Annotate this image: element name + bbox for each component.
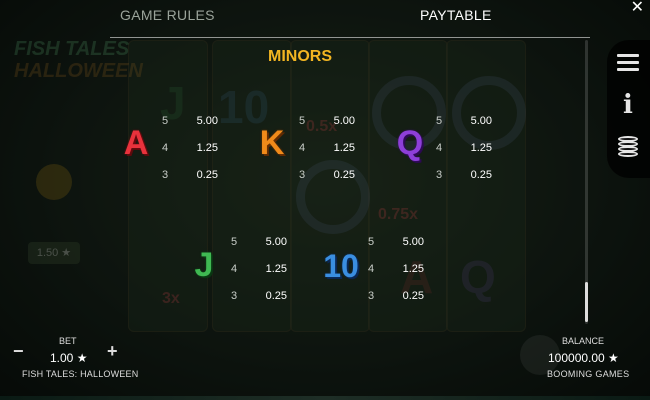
pay-value: 0.25 <box>402 290 424 302</box>
pay-count: 4 <box>436 142 443 154</box>
pay-value: 5.00 <box>265 236 287 248</box>
pay-count: 3 <box>162 169 169 181</box>
pay-value: 5.00 <box>196 115 218 127</box>
pay-value: 0.25 <box>470 169 492 181</box>
close-icon[interactable]: ✕ <box>631 0 644 17</box>
pay-count: 4 <box>299 142 306 154</box>
pay-value: 0.25 <box>196 169 218 181</box>
symbol-10: 10 <box>323 248 359 284</box>
pay-count: 3 <box>436 169 443 181</box>
symbol-j: J <box>194 246 214 284</box>
pay-count: 4 <box>162 142 169 154</box>
pay-count: 4 <box>231 263 238 275</box>
pay-count: 5 <box>299 115 306 127</box>
pay-value: 5.00 <box>333 115 355 127</box>
bet-increase-button[interactable]: + <box>107 341 118 362</box>
paytable-k: 5 5.00 4 1.25 3 0.25 <box>299 115 355 196</box>
game-name: FISH TALES: HALLOWEEN <box>22 369 139 379</box>
bet-label: BET <box>59 336 77 346</box>
balance-value: 100000.00 ★ <box>548 351 619 365</box>
bet-value: 1.00 ★ <box>50 351 88 365</box>
section-title: MINORS <box>268 48 332 65</box>
pay-count: 5 <box>162 115 169 127</box>
tab-bar: GAME RULES PAYTABLE ✕ <box>0 0 650 34</box>
paytable-10: 5 5.00 4 1.25 3 0.25 <box>368 236 424 317</box>
pay-value: 1.25 <box>196 142 218 154</box>
pay-count: 4 <box>368 263 375 275</box>
pay-count: 3 <box>299 169 306 181</box>
tab-paytable[interactable]: PAYTABLE <box>420 7 492 23</box>
paytable-j: 5 5.00 4 1.25 3 0.25 <box>231 236 287 317</box>
balance-label: BALANCE <box>562 336 605 346</box>
paytable-q: 5 5.00 4 1.25 3 0.25 <box>436 115 492 196</box>
info-icon[interactable]: i <box>612 90 644 120</box>
pay-value: 1.25 <box>470 142 492 154</box>
tab-divider <box>110 37 590 38</box>
paytable-a: 5 5.00 4 1.25 3 0.25 <box>162 115 218 196</box>
pay-value: 0.25 <box>333 169 355 181</box>
symbol-k: K <box>259 124 285 162</box>
pay-value: 5.00 <box>402 236 424 248</box>
pay-count: 5 <box>231 236 238 248</box>
scrollbar-thumb[interactable] <box>585 282 588 322</box>
coins-icon[interactable] <box>612 136 644 157</box>
studio-name: BOOMING GAMES <box>547 369 630 379</box>
pay-count: 5 <box>368 236 375 248</box>
tab-game-rules[interactable]: GAME RULES <box>120 7 215 23</box>
bet-decrease-button[interactable]: − <box>13 341 24 362</box>
pay-value: 1.25 <box>402 263 424 275</box>
pay-value: 1.25 <box>333 142 355 154</box>
pay-value: 5.00 <box>470 115 492 127</box>
menu-icon[interactable] <box>612 50 644 75</box>
pay-value: 1.25 <box>265 263 287 275</box>
pay-value: 0.25 <box>265 290 287 302</box>
pay-count: 3 <box>368 290 375 302</box>
bottom-edge <box>0 396 650 400</box>
symbol-q: Q <box>396 124 424 162</box>
pay-count: 3 <box>231 290 238 302</box>
symbol-a: A <box>123 124 149 162</box>
pay-count: 5 <box>436 115 443 127</box>
footer-bar: − BET 1.00 ★ + FISH TALES: HALLOWEEN BAL… <box>0 333 650 400</box>
